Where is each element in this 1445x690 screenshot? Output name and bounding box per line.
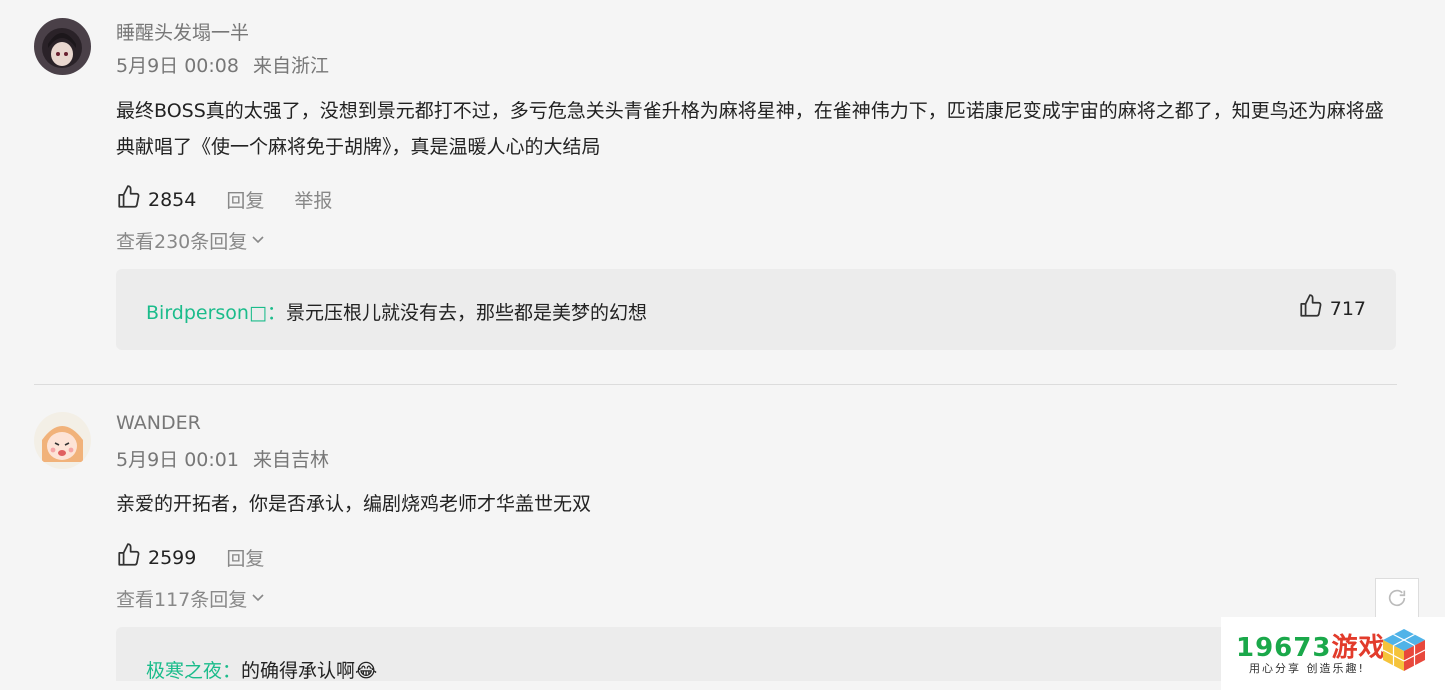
reply-text: 景元压根儿就没有去，那些都是美梦的幻想 [285, 302, 647, 324]
reply-author[interactable]: Birdperson□： [146, 302, 286, 324]
site-watermark: 19673游戏 用心分享 创造乐趣! [1221, 617, 1445, 690]
cube-logo-icon [1381, 627, 1427, 677]
view-replies-button[interactable]: 查看117条回复 [116, 585, 266, 612]
thumbs-up-icon [1298, 293, 1330, 324]
avatar[interactable] [34, 412, 91, 469]
view-replies-label: 查看230条回复 [116, 231, 248, 253]
thumbs-up-icon [116, 184, 142, 215]
reply-line: 极寒之夜：的确得承认啊😂 [146, 656, 377, 683]
watermark-slogan: 用心分享 创造乐趣! [1249, 662, 1365, 675]
avatar[interactable] [34, 18, 91, 75]
like-button[interactable]: 2599 [116, 542, 196, 573]
comment-meta: 5月9日 00:08 来自浙江 [116, 51, 329, 78]
reply-button[interactable]: 回复 [226, 186, 264, 213]
reply-like-button[interactable]: 717 [1298, 293, 1366, 324]
comment-meta: 5月9日 00:01 来自吉林 [116, 445, 329, 472]
chevron-down-icon [247, 230, 266, 252]
comment-location: 来自吉林 [252, 449, 329, 471]
watermark-title: 19673游戏 [1236, 627, 1385, 664]
view-replies-label: 查看117条回复 [116, 589, 248, 611]
comment-date: 5月9日 00:08 [116, 55, 239, 77]
like-count: 2599 [148, 546, 197, 569]
comment-actions: 2854 回复 举报 [116, 184, 332, 215]
reply-line: Birdperson□：景元压根儿就没有去，那些都是美梦的幻想 [146, 298, 647, 325]
reply-preview: 极寒之夜：的确得承认啊😂 [116, 627, 1396, 683]
reply-author[interactable]: 极寒之夜： [146, 660, 241, 682]
comment-location: 来自浙江 [252, 55, 329, 77]
comment-date: 5月9日 00:01 [116, 449, 239, 471]
username[interactable]: 睡醒头发塌一半 [116, 18, 249, 45]
comment-text: 亲爱的开拓者，你是否承认，编剧烧鸡老师才华盖世无双 [116, 493, 592, 515]
divider [34, 384, 1397, 385]
like-count: 2854 [148, 188, 197, 211]
thumbs-up-icon [116, 542, 142, 573]
username[interactable]: WANDER [116, 412, 201, 434]
like-button[interactable]: 2854 [116, 184, 196, 215]
refresh-button[interactable] [1375, 578, 1419, 622]
chevron-down-icon [247, 588, 266, 610]
reply-button[interactable]: 回复 [226, 544, 264, 571]
comment-item: WANDER 5月9日 00:01 来自吉林 亲爱的开拓者，你是否承认，编剧烧鸡老… [34, 412, 1397, 690]
comment-text: 最终BOSS真的太强了，没想到景元都打不过，多亏危急关头青雀升格为麻将星神，在雀… [116, 100, 1384, 158]
reply-preview: Birdperson□：景元压根儿就没有去，那些都是美梦的幻想 717 [116, 269, 1396, 350]
refresh-icon [1386, 587, 1408, 613]
reply-text: 的确得承认啊😂 [241, 660, 378, 682]
watermark-name: 游戏 [1331, 633, 1386, 663]
comment-actions: 2599 回复 [116, 542, 264, 573]
reply-like-count: 717 [1329, 297, 1366, 320]
comment-item: 睡醒头发塌一半 5月9日 00:08 来自浙江 最终BOSS真的太强了，没想到景元… [34, 18, 1397, 358]
watermark-number: 19673 [1236, 633, 1332, 663]
view-replies-button[interactable]: 查看230条回复 [116, 227, 266, 254]
report-button[interactable]: 举报 [294, 186, 332, 213]
